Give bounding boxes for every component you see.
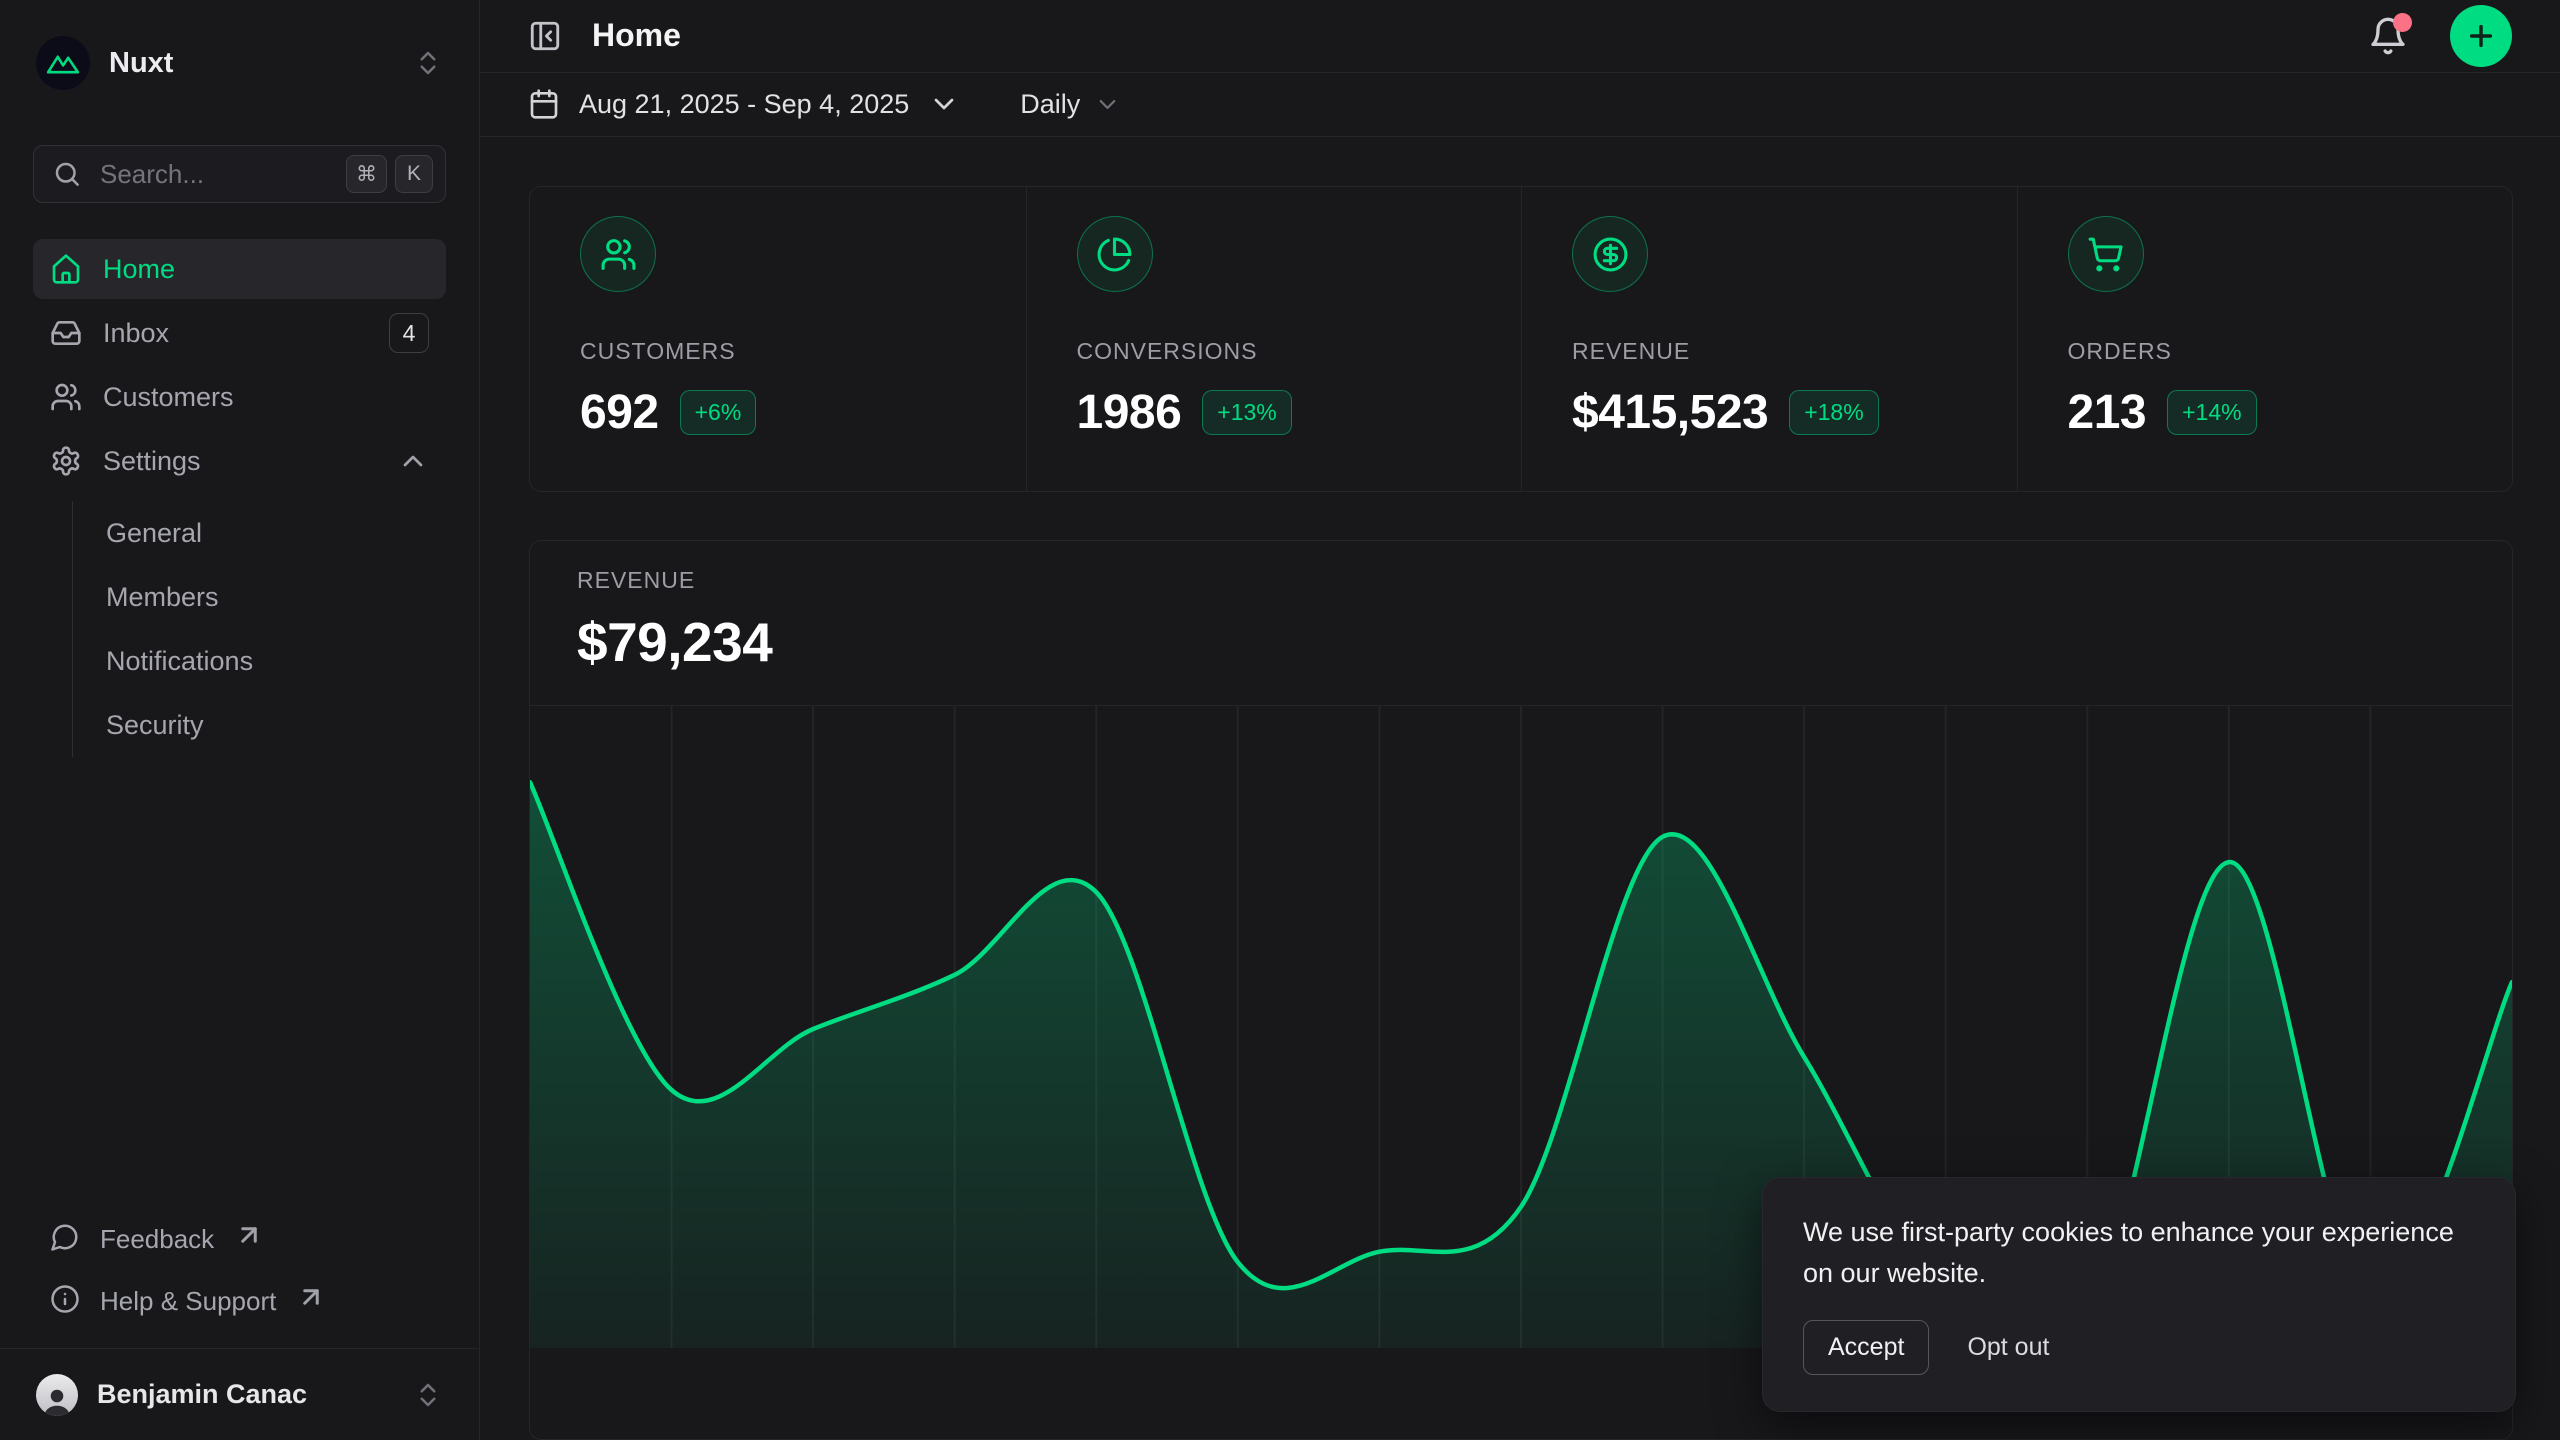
nav-label: Customers <box>103 382 234 413</box>
nav-label: Settings <box>103 446 201 477</box>
sidebar-secondary-nav: Feedback Help & Support <box>33 1210 446 1334</box>
stat-label: REVENUE <box>1572 338 2017 365</box>
users-icon <box>50 381 82 413</box>
cookie-banner: We use first-party cookies to enhance yo… <box>1762 1177 2516 1412</box>
stat-value: 1986 <box>1077 385 1182 440</box>
avatar <box>36 1374 78 1416</box>
home-icon <box>50 253 82 285</box>
stat-delta-badge: +6% <box>680 390 757 435</box>
inbox-icon <box>50 317 82 349</box>
stat-delta-badge: +18% <box>1789 390 1878 435</box>
external-link-icon <box>296 1284 326 1312</box>
panel-left-close-icon[interactable] <box>528 19 562 53</box>
revenue-chart-label: REVENUE <box>577 567 2465 594</box>
nuxt-logo <box>36 36 90 90</box>
stat-delta-badge: +13% <box>1202 390 1291 435</box>
feedback-label: Feedback <box>100 1222 214 1256</box>
nav-label: Home <box>103 254 175 285</box>
stat-orders[interactable]: ORDERS 213 +14% <box>2017 187 2513 491</box>
sidebar-nav: Home Inbox 4 Customers Settings Genera <box>33 239 446 765</box>
chevron-down-icon <box>928 88 960 120</box>
notifications-button[interactable] <box>2368 16 2408 56</box>
gear-icon <box>50 445 82 477</box>
granularity-value: Daily <box>1020 89 1080 120</box>
add-button[interactable] <box>2450 5 2512 67</box>
unread-indicator <box>2393 13 2412 32</box>
chevron-down-icon <box>1094 91 1121 118</box>
kbd-cmd: ⌘ <box>346 155 387 193</box>
settings-subnav: General Members Notifications Security <box>72 501 446 757</box>
sidebar-item-security[interactable]: Security <box>73 693 446 757</box>
stat-label: CUSTOMERS <box>580 338 1026 365</box>
search-placeholder: Search... <box>100 159 204 190</box>
chevron-up-icon <box>397 445 429 477</box>
pie-chart-icon <box>1077 216 1153 292</box>
stat-value: 213 <box>2068 385 2147 440</box>
stat-conversions[interactable]: CONVERSIONS 1986 +13% <box>1026 187 1522 491</box>
chevrons-up-down-icon <box>413 48 443 78</box>
workspace-switcher[interactable]: Nuxt <box>33 33 446 93</box>
stat-label: ORDERS <box>2068 338 2513 365</box>
filter-bar: Aug 21, 2025 - Sep 4, 2025 Daily <box>480 73 2560 137</box>
feedback-link[interactable]: Feedback <box>33 1210 446 1272</box>
help-support-label: Help & Support <box>100 1284 276 1318</box>
stat-delta-badge: +14% <box>2167 390 2256 435</box>
kbd-k: K <box>395 155 433 193</box>
stats-card: CUSTOMERS 692 +6% CONVERSIONS 1986 +13% <box>529 186 2513 492</box>
date-range-value: Aug 21, 2025 - Sep 4, 2025 <box>579 89 909 120</box>
inbox-count-badge: 4 <box>389 313 429 353</box>
plus-icon <box>2465 20 2497 52</box>
calendar-icon <box>528 88 560 120</box>
dollar-circle-icon <box>1572 216 1648 292</box>
workspace-name: Nuxt <box>109 47 173 80</box>
revenue-chart-header: REVENUE $79,234 <box>530 541 2512 674</box>
sidebar-item-general[interactable]: General <box>73 501 446 565</box>
stat-label: CONVERSIONS <box>1077 338 1522 365</box>
users-icon <box>580 216 656 292</box>
page-title: Home <box>592 17 681 54</box>
sidebar-item-customers[interactable]: Customers <box>33 367 446 427</box>
search-shortcut: ⌘ K <box>346 155 433 193</box>
search-icon <box>52 159 82 189</box>
stat-value: 692 <box>580 385 659 440</box>
sidebar-spacer <box>0 765 479 1210</box>
cookie-actions: Accept Opt out <box>1803 1320 2475 1375</box>
sidebar-item-home[interactable]: Home <box>33 239 446 299</box>
info-circle-icon <box>50 1284 80 1314</box>
sidebar-item-inbox[interactable]: Inbox 4 <box>33 303 446 363</box>
stat-customers[interactable]: CUSTOMERS 692 +6% <box>530 187 1026 491</box>
search-input[interactable]: Search... ⌘ K <box>33 145 446 203</box>
date-range-picker[interactable]: Aug 21, 2025 - Sep 4, 2025 <box>528 88 960 120</box>
shopping-cart-icon <box>2068 216 2144 292</box>
cookie-message: We use first-party cookies to enhance yo… <box>1803 1212 2475 1294</box>
accept-button[interactable]: Accept <box>1803 1320 1929 1375</box>
user-menu[interactable]: Benjamin Canac <box>0 1348 479 1440</box>
sidebar-item-notifications[interactable]: Notifications <box>73 629 446 693</box>
user-name: Benjamin Canac <box>97 1379 307 1410</box>
revenue-chart-value: $79,234 <box>577 610 2465 674</box>
header-actions <box>2368 5 2512 67</box>
opt-out-button[interactable]: Opt out <box>1967 1333 2049 1362</box>
chevrons-up-down-icon <box>413 1380 443 1410</box>
external-link-icon <box>234 1222 264 1250</box>
page-header: Home <box>480 0 2560 73</box>
sidebar-item-settings[interactable]: Settings <box>33 431 446 491</box>
sidebar: Nuxt Search... ⌘ K Home Inbox 4 <box>0 0 480 1440</box>
stat-value: $415,523 <box>1572 385 1768 440</box>
nav-label: Inbox <box>103 318 169 349</box>
granularity-select[interactable]: Daily <box>1020 89 1121 120</box>
stat-revenue[interactable]: REVENUE $415,523 +18% <box>1521 187 2017 491</box>
chat-bubble-icon <box>50 1222 80 1252</box>
sidebar-item-members[interactable]: Members <box>73 565 446 629</box>
help-support-link[interactable]: Help & Support <box>33 1272 446 1334</box>
